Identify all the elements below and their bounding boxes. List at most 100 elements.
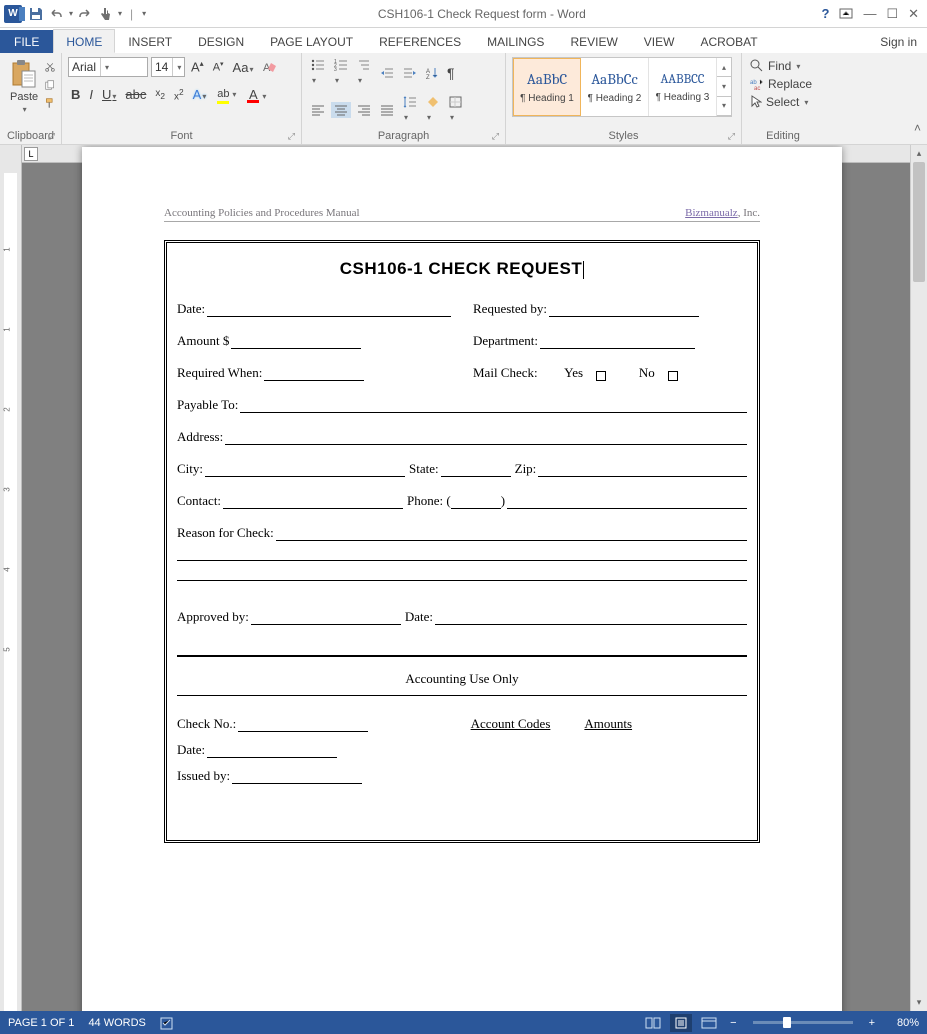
change-case-icon[interactable]: Aa▾ [230,58,257,77]
tab-references[interactable]: REFERENCES [366,29,474,53]
style-heading-1[interactable]: AaBbC¶ Heading 1 [513,58,581,116]
font-color-icon[interactable]: A▾ [242,85,269,105]
text-effects-icon[interactable]: A▾ [190,85,210,104]
label-amount: Amount $ [177,333,229,349]
close-icon[interactable]: ✕ [908,6,919,22]
highlight-icon[interactable]: ab▾ [212,83,239,106]
svg-text:ac: ac [754,86,760,90]
vertical-ruler[interactable]: 11 23 45 [0,145,22,1011]
qat-customize-dropdown[interactable]: ▾ [142,9,146,18]
tab-acrobat[interactable]: ACROBAT [687,29,770,53]
superscript-button[interactable]: x2 [171,85,187,104]
styles-launcher-icon[interactable]: ⤢ [728,131,735,142]
label-reason: Reason for Check: [177,525,274,541]
vertical-scrollbar[interactable]: ▴ ▾ [910,145,927,1011]
align-center-icon[interactable] [331,102,351,118]
zoom-slider[interactable] [753,1021,853,1024]
gallery-up-icon[interactable]: ▴ [717,58,731,77]
paste-button[interactable]: Paste ▾ [6,57,42,128]
numbering-icon[interactable]: 123▾ [331,57,351,88]
tab-file[interactable]: FILE [0,30,53,53]
grow-font-icon[interactable]: A▴ [188,57,207,76]
font-launcher-icon[interactable]: ⤢ [288,131,295,142]
underline-button[interactable]: U▾ [99,85,119,104]
collapse-ribbon-icon[interactable]: ˄ [914,121,921,135]
strikethrough-button[interactable]: abc [122,85,149,104]
tab-design[interactable]: DESIGN [185,29,257,53]
bold-button[interactable]: B [68,85,83,104]
touch-dropdown[interactable]: ▾ [118,9,122,18]
ribbon-tabs: FILE HOME INSERT DESIGN PAGE LAYOUT REFE… [0,28,927,53]
find-button[interactable]: Find▾ [748,57,818,75]
svg-text:Z: Z [426,75,430,79]
proofing-icon[interactable] [160,1016,176,1030]
italic-button[interactable]: I [86,85,96,104]
label-account-codes: Account Codes [471,716,551,788]
maximize-icon[interactable]: ☐ [886,6,898,22]
select-button[interactable]: Select▾ [748,93,818,111]
copy-icon[interactable] [42,77,58,93]
borders-icon[interactable]: ▾ [446,94,466,125]
print-layout-icon[interactable] [670,1014,692,1032]
show-hide-icon[interactable]: ¶ [444,63,458,83]
label-issued-by: Issued by: [177,768,230,784]
touch-mode-icon[interactable] [97,6,113,22]
shrink-font-icon[interactable]: A▾ [210,58,227,76]
tab-home[interactable]: HOME [53,29,115,53]
document-page[interactable]: Accounting Policies and Procedures Manua… [82,147,842,1011]
line-spacing-icon[interactable]: ▾ [400,94,420,125]
sign-in-link[interactable]: Sign in [870,30,927,53]
status-words[interactable]: 44 WORDS [88,1017,145,1029]
save-icon[interactable] [28,6,44,22]
help-icon[interactable]: ? [821,6,829,21]
styles-gallery[interactable]: AaBbC¶ Heading 1 AaBbCc¶ Heading 2 AABBC… [512,57,732,117]
gallery-more-icon[interactable]: ▾ [717,97,731,116]
format-painter-icon[interactable] [42,95,58,111]
style-heading-2[interactable]: AaBbCc¶ Heading 2 [581,58,649,116]
decrease-indent-icon[interactable] [377,65,397,81]
font-size-combo[interactable]: 14▾ [151,57,185,77]
subscript-button[interactable]: x2 [152,86,168,103]
gallery-down-icon[interactable]: ▾ [717,77,731,96]
label-check-no: Check No.: [177,716,236,732]
cut-icon[interactable] [42,59,58,75]
tab-review[interactable]: REVIEW [557,29,630,53]
sort-icon[interactable]: AZ [423,65,441,81]
web-layout-icon[interactable] [698,1014,720,1032]
zoom-in-button[interactable]: + [865,1017,879,1029]
tab-mailings[interactable]: MAILINGS [474,29,557,53]
shading-icon[interactable]: ▾ [423,94,443,125]
clear-formatting-icon[interactable]: A [259,58,281,76]
redo-icon[interactable] [77,6,93,22]
word-app-icon[interactable]: W [4,5,22,23]
align-right-icon[interactable] [354,102,374,118]
label-date: Date: [177,301,205,317]
tab-page-layout[interactable]: PAGE LAYOUT [257,29,366,53]
tab-view[interactable]: VIEW [631,29,688,53]
bullets-icon[interactable]: ▾ [308,57,328,88]
tab-insert[interactable]: INSERT [115,29,185,53]
tab-selector-icon[interactable]: L [24,147,38,161]
zoom-level[interactable]: 80% [885,1017,919,1029]
align-left-icon[interactable] [308,102,328,118]
scroll-up-icon[interactable]: ▴ [911,145,927,162]
multilevel-list-icon[interactable]: ▾ [354,57,374,88]
paragraph-launcher-icon[interactable]: ⤢ [492,131,499,142]
undo-icon[interactable] [48,6,64,22]
style-heading-3[interactable]: AABBCC¶ Heading 3 [649,58,717,116]
replace-button[interactable]: abacReplace [748,75,818,93]
ribbon-display-icon[interactable] [839,8,853,20]
font-name-combo[interactable]: Arial▾ [68,57,148,77]
scroll-down-icon[interactable]: ▾ [911,994,927,1011]
minimize-icon[interactable]: — [863,6,876,21]
clipboard-launcher-icon[interactable]: ⤢ [48,131,55,142]
zoom-out-button[interactable]: − [726,1017,740,1029]
justify-icon[interactable] [377,102,397,118]
zoom-slider-thumb[interactable] [783,1017,791,1028]
read-mode-icon[interactable] [642,1014,664,1032]
scrollbar-thumb[interactable] [913,162,925,282]
undo-dropdown[interactable]: ▾ [69,9,73,18]
status-page[interactable]: PAGE 1 OF 1 [8,1017,74,1029]
page-header: Accounting Policies and Procedures Manua… [164,207,760,222]
increase-indent-icon[interactable] [400,65,420,81]
